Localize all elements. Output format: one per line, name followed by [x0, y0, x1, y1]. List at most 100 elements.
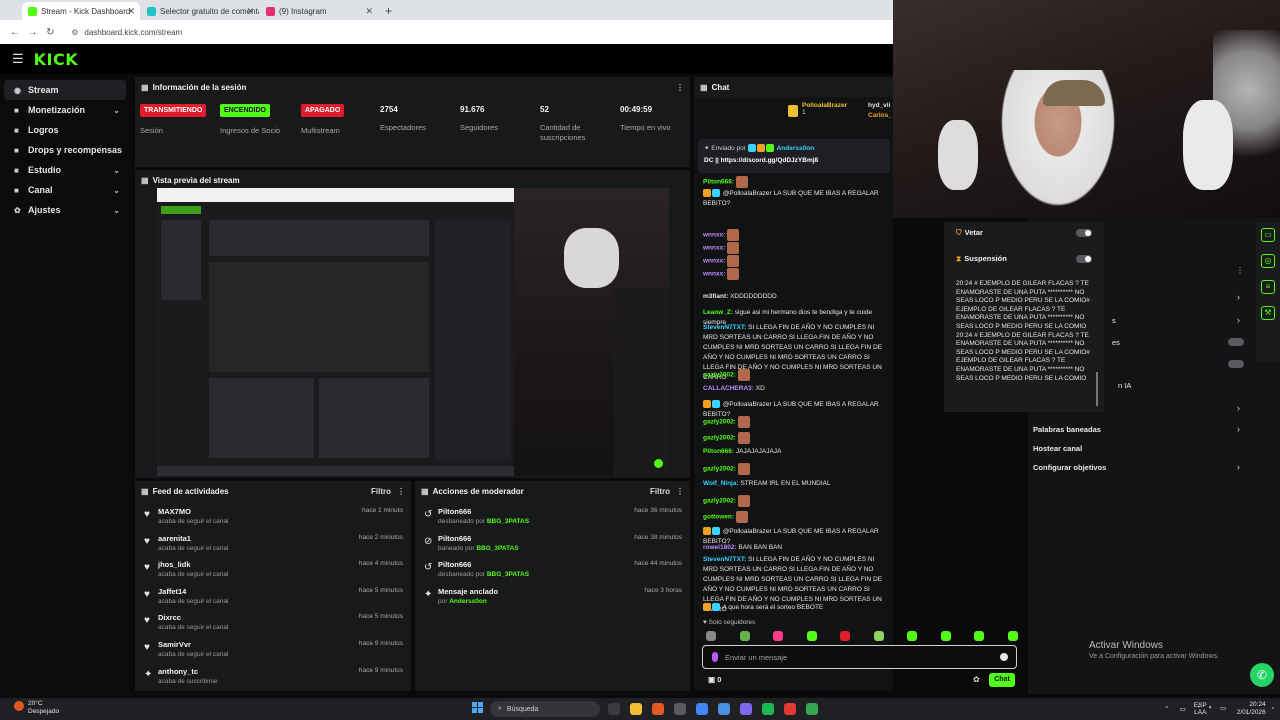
activity-feed-item[interactable]: ♥ Jaffet14 acaba de seguir el canal hace 5 …: [135, 585, 411, 611]
chat-username[interactable]: wnnxx:: [703, 271, 725, 278]
chat-message[interactable]: Pilton666: JAJAJAJAJAJA: [703, 447, 889, 457]
settings-option-partial[interactable]: n IA: [1118, 381, 1131, 390]
taskbar-clock[interactable]: 20:24 2/01/2026: [1237, 701, 1266, 716]
close-icon[interactable]: ✕: [246, 6, 254, 17]
taskbar-app-icon[interactable]: [608, 703, 620, 715]
quick-emote-icon[interactable]: [840, 631, 850, 641]
reload-icon[interactable]: ↻: [41, 27, 59, 38]
quick-emote-icon[interactable]: [706, 631, 716, 641]
whatsapp-icon[interactable]: ✆: [1250, 663, 1274, 687]
mod-action-item[interactable]: ⊘ Pilton666 baneado por BBG_3PATAS hace 38 …: [415, 532, 690, 558]
chevron-right-icon[interactable]: ›: [1237, 403, 1240, 413]
quick-emote-icon[interactable]: [940, 631, 951, 641]
chat-username[interactable]: StevenN7TXT:: [703, 556, 746, 563]
activity-feed-item[interactable]: ♥ aarenita1 acaba de seguir el canal hace 2…: [135, 532, 411, 558]
pinned-by-user[interactable]: Anderss0on: [777, 145, 815, 152]
taskbar-app-icon[interactable]: [784, 703, 796, 715]
mod-action-target[interactable]: Mensaje anclado: [438, 587, 498, 596]
chat-message[interactable]: wnnxx:: [703, 255, 889, 267]
quick-emote-icon[interactable]: [739, 631, 750, 641]
toggle-switch[interactable]: [1228, 338, 1244, 346]
chat-username[interactable]: m3fiant:: [703, 293, 728, 300]
stream-preview-video[interactable]: [157, 188, 669, 476]
mod-action-item[interactable]: ↺ Pilton666 desbaneado por BBG_3PATAS hace …: [415, 505, 690, 531]
activity-filter-button[interactable]: Filtro: [371, 487, 391, 496]
mod-action-target[interactable]: Pilton666: [438, 534, 471, 543]
sidebar-item-stream[interactable]: ◉ Stream: [4, 80, 126, 100]
chat-username[interactable]: gazly2002:: [703, 419, 736, 426]
mod-action-item[interactable]: ✦ Mensaje anclado por Anderss0on hace 3 hor…: [415, 585, 690, 611]
chat-username[interactable]: wnnxx:: [703, 258, 725, 265]
taskbar-app-icon[interactable]: [630, 703, 642, 715]
close-icon[interactable]: ✕: [365, 6, 373, 17]
quick-emote-icon[interactable]: [1007, 631, 1018, 641]
chat-message[interactable]: gazly2002:: [703, 416, 889, 428]
activity-username[interactable]: MAX7MO: [158, 507, 191, 516]
chevron-down-icon[interactable]: ⌄: [113, 206, 120, 215]
close-icon[interactable]: ✕: [127, 6, 135, 17]
quick-emote-icon[interactable]: [806, 631, 817, 641]
chat-username[interactable]: CALLACHERA3:: [703, 385, 754, 392]
quick-emote-icon[interactable]: [773, 631, 783, 641]
kick-logo[interactable]: KICK: [34, 50, 79, 69]
pinned-text[interactable]: DC || https://discord.gg/QdDJzYBmj8: [704, 157, 818, 164]
chevron-right-icon[interactable]: ›: [1237, 292, 1240, 302]
chat-username[interactable]: gazly2002:: [703, 466, 736, 473]
settings-option[interactable]: Palabras baneadas: [1033, 425, 1101, 434]
moderator-name[interactable]: BBG_3PATAS: [487, 518, 529, 525]
chevron-down-icon[interactable]: ⌄: [113, 106, 120, 115]
chat-message[interactable]: gazly2002:: [703, 432, 889, 444]
chat-bubble-icon[interactable]: ▭: [1261, 228, 1275, 242]
quick-emote-icon[interactable]: [907, 631, 917, 641]
moderator-name[interactable]: BBG_3PATAS: [476, 545, 518, 552]
activity-username[interactable]: jhos_lidk: [158, 560, 191, 569]
chevron-right-icon[interactable]: ›: [1237, 462, 1240, 472]
activity-feed-item[interactable]: ♥ Dixrcc acaba de seguir el canal hace 5 mi…: [135, 611, 411, 637]
back-icon[interactable]: ←: [6, 27, 24, 38]
battery-icon[interactable]: ▭: [1220, 704, 1226, 712]
chevron-down-icon[interactable]: ⌄: [113, 186, 120, 195]
chat-message[interactable]: m3fiant: XDDDDDDDDD: [703, 292, 889, 302]
sidebar-item-canal[interactable]: ■ Canal ⌄: [0, 180, 130, 200]
taskbar-app-icon[interactable]: [696, 703, 708, 715]
chat-message-input[interactable]: Enviar un mensaje: [702, 645, 1017, 669]
top-chatter[interactable]: Carlos_: [868, 112, 892, 119]
chat-username[interactable]: gazly2002:: [703, 498, 736, 505]
volume-icon[interactable]: ◖: [1208, 704, 1212, 711]
chat-message[interactable]: gottowen:: [703, 511, 889, 523]
chat-message[interactable]: wnnxx:: [703, 229, 889, 241]
chat-username[interactable]: Wolf_Ninja:: [703, 480, 739, 487]
activity-feed-item[interactable]: ♥ MAX7MO acaba de seguir el canal hace 1 mi…: [135, 505, 411, 531]
taskbar-app-icon[interactable]: [718, 703, 730, 715]
chat-username[interactable]: gazly2002:: [703, 372, 736, 379]
weather-widget[interactable]: 20°C Despejado: [14, 700, 59, 716]
menu-icon[interactable]: ☰: [12, 51, 24, 67]
activity-feed-item[interactable]: ✦ anthony_tc acaba de suscribirse hace 9 mi…: [135, 665, 411, 691]
chat-username[interactable]: wnnxx:: [703, 245, 725, 252]
sidebar-item-logros[interactable]: ■ Logros: [0, 120, 130, 140]
activity-username[interactable]: Jaffet14: [158, 587, 186, 596]
chat-username[interactable]: gottowen:: [703, 514, 734, 521]
chat-message[interactable]: @PolloalaBrazer LA SUB QUE ME IBAS A REG…: [703, 189, 889, 209]
top-chatter[interactable]: hyd_vii: [868, 102, 890, 109]
settings-option[interactable]: Hostear canal: [1033, 444, 1082, 453]
quick-emote-icon[interactable]: [873, 631, 884, 641]
sidebar-item-monetizaci-n[interactable]: ■ Monetización ⌄: [0, 100, 130, 120]
taskbar-app-icon[interactable]: [740, 703, 752, 715]
chat-username[interactable]: Leaow_Z:: [703, 309, 733, 316]
taskbar-app-icon[interactable]: [674, 703, 686, 715]
windows-start-icon[interactable]: [472, 702, 484, 714]
chat-message[interactable]: gazly2002:: [703, 369, 889, 381]
activity-username[interactable]: anthony_tc: [158, 667, 198, 676]
chat-username[interactable]: wnnxx:: [703, 232, 725, 239]
sidebar-item-estudio[interactable]: ■ Estudio ⌄: [0, 160, 130, 180]
pinned-message[interactable]: ✦ Enviado por Anderss0on DC || https://d…: [698, 139, 890, 173]
moderator-name[interactable]: Anderss0on: [449, 598, 487, 605]
chevron-up-icon[interactable]: ⌃: [1164, 705, 1169, 713]
more-options-icon[interactable]: ⋮: [676, 83, 684, 92]
chevron-right-icon[interactable]: ›: [1237, 315, 1240, 325]
chat-username[interactable]: Pilton666:: [703, 179, 734, 186]
chat-username[interactable]: StevenN7TXT:: [703, 324, 746, 331]
microphone-icon[interactable]: [712, 652, 718, 662]
chat-message[interactable]: rowel1802: BAN BAN BAN: [703, 543, 889, 553]
